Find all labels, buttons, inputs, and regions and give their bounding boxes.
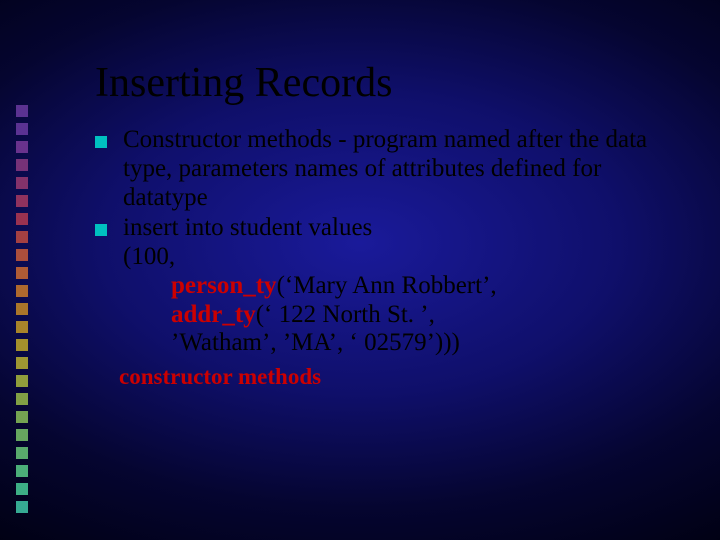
decor-square — [16, 303, 28, 315]
bullet-text: Constructor methods - program named afte… — [123, 126, 647, 211]
decor-square — [16, 375, 28, 387]
decor-square — [16, 411, 28, 423]
constructor-name: person_ty — [171, 272, 277, 299]
bullet-text: insert into student values — [123, 214, 372, 241]
decor-square — [16, 447, 28, 459]
slide-title: Inserting Records — [95, 60, 680, 106]
code-line: (100, — [123, 243, 680, 272]
code-text: (‘Mary Ann Robbert’, — [277, 272, 497, 299]
decor-square — [16, 231, 28, 243]
code-text: (‘ 122 North St. ’, — [256, 301, 435, 328]
code-text: (100, — [123, 243, 175, 270]
decor-square — [16, 483, 28, 495]
decor-square — [16, 213, 28, 225]
footer-note: constructor methods — [95, 364, 680, 390]
decorative-side-squares — [16, 105, 28, 513]
decor-square — [16, 429, 28, 441]
bullet-item: Constructor methods - program named afte… — [95, 126, 680, 212]
bullet-square-icon — [95, 136, 107, 148]
code-line: ’Watham’, ’MA’, ‘ 02579’))) — [123, 329, 680, 358]
decor-square — [16, 357, 28, 369]
code-text: ’Watham’, ’MA’, ‘ 02579’))) — [171, 329, 460, 356]
decor-square — [16, 393, 28, 405]
decor-square — [16, 177, 28, 189]
constructor-name: addr_ty — [171, 301, 256, 328]
decor-square — [16, 339, 28, 351]
decor-square — [16, 195, 28, 207]
decor-square — [16, 321, 28, 333]
decor-square — [16, 267, 28, 279]
decor-square — [16, 249, 28, 261]
decor-square — [16, 501, 28, 513]
decor-square — [16, 123, 28, 135]
slide-body: Constructor methods - program named afte… — [95, 126, 680, 390]
code-line: person_ty(‘Mary Ann Robbert’, — [123, 272, 680, 301]
decor-square — [16, 141, 28, 153]
code-line: addr_ty(‘ 122 North St. ’, — [123, 301, 680, 330]
decor-square — [16, 285, 28, 297]
decor-square — [16, 105, 28, 117]
bullet-square-icon — [95, 224, 107, 236]
bullet-item: insert into student values (100, person_… — [95, 214, 680, 358]
decor-square — [16, 159, 28, 171]
slide: Inserting Records Constructor methods - … — [0, 0, 720, 540]
decor-square — [16, 465, 28, 477]
